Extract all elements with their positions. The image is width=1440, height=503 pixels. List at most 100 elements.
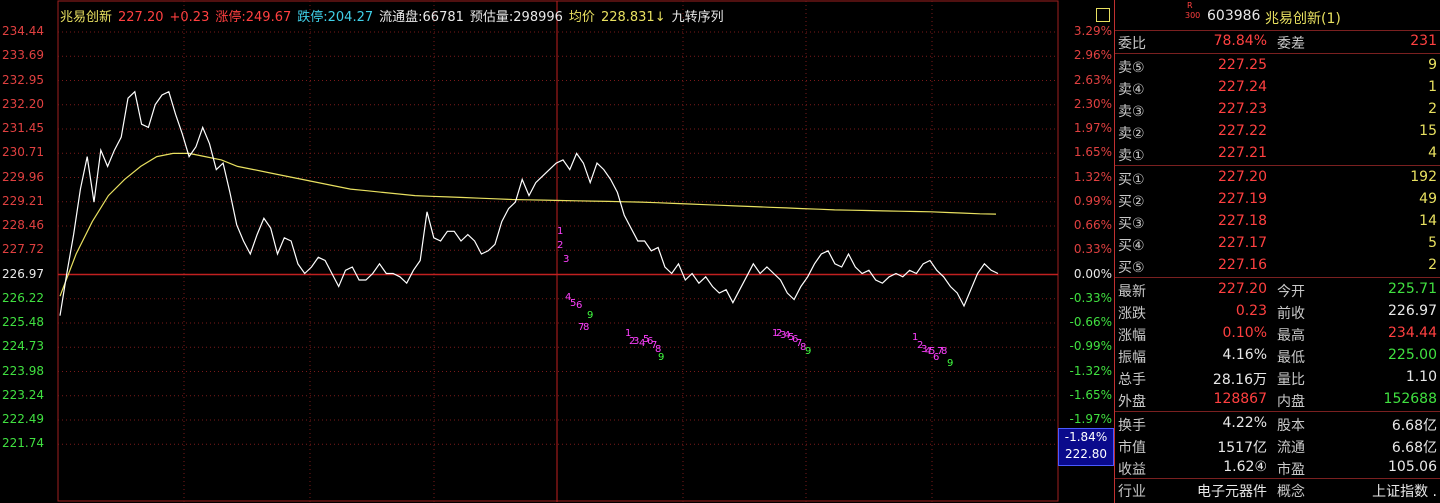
fund-label: 流通 [1277,440,1305,456]
ask-level[interactable]: 卖① 227.21 4 [1115,143,1440,165]
percent-tick: 1.97% [1073,121,1112,135]
level-label: 买③ [1118,216,1145,232]
stat-value: 28.16万 [1212,372,1267,388]
stat-row: 涨幅 0.10% 最高 234.44 [1115,323,1440,345]
seq-mark: 9 [947,358,953,369]
level-volume: 49 [1419,191,1437,207]
maximize-icon[interactable] [1096,8,1110,22]
price-tick: 226.97 [2,266,44,281]
percent-tick: -0.33% [1069,290,1112,305]
bid-level[interactable]: 买③ 227.18 14 [1115,211,1440,233]
stat-label: 前收 [1277,306,1305,322]
level-price: 227.19 [1218,191,1267,207]
ask-level[interactable]: 卖③ 227.23 2 [1115,99,1440,121]
stat-value: 226.97 [1388,303,1437,319]
industry-value[interactable]: 电子元器件 [1163,481,1267,501]
percent-tick: 0.00% [1073,266,1112,281]
bid-level[interactable]: 买④ 227.17 5 [1115,233,1440,255]
seq-mark: 9 [805,346,811,357]
level-price: 227.24 [1218,79,1267,95]
limit-up-value: 249.67 [245,10,292,25]
stat-value: 1.10 [1405,369,1437,385]
header-price: 227.20 [118,10,164,25]
level-price: 227.21 [1218,145,1267,161]
price-tick: 226.22 [2,290,44,305]
stat-value: 227.20 [1218,281,1267,297]
fund-value: 1517亿 [1217,440,1267,456]
bid-level[interactable]: 买① 227.20 192 [1115,167,1440,189]
percent-tick: -1.65% [1069,387,1112,402]
ask-level[interactable]: 卖④ 227.24 1 [1115,77,1440,99]
percent-tick: 0.33% [1073,242,1112,257]
estimate-label: 预估量: [469,10,514,25]
level-volume: 192 [1410,169,1437,185]
level-volume: 14 [1419,213,1437,229]
seq-mark: 6 [576,300,582,311]
stat-label: 最低 [1277,350,1305,366]
avg-label: 均价 [568,10,595,25]
price-tick: 232.95 [2,72,44,87]
panel-stock-name: 兆易创新(1) [1265,11,1341,27]
avg-value: 228.831↓ [600,10,666,25]
seq-mark: 9 [658,352,664,363]
limit-down-label: 跌停: [297,10,328,25]
ask-level[interactable]: 卖② 227.22 15 [1115,121,1440,143]
level-label: 卖⑤ [1118,60,1145,76]
order-ratio-row: 委比 78.84% 委差 231 [1115,31,1440,53]
board-tag-bottom: 300 [1185,11,1201,20]
price-tick: 228.46 [2,218,44,232]
float-value: 66781 [422,10,464,25]
bid-level[interactable]: 买② 227.19 49 [1115,189,1440,211]
stat-label: 内盘 [1277,394,1305,410]
price-tick: 225.48 [2,315,44,329]
price-tick: 232.20 [2,96,44,111]
stat-label: 最高 [1277,328,1305,344]
bid-level[interactable]: 买⑤ 227.16 2 [1115,255,1440,277]
level-price: 227.16 [1218,257,1267,273]
chart-frame [57,0,1059,502]
fund-label: 市值 [1118,440,1146,456]
level-label: 买⑤ [1118,260,1145,276]
limit-up-label: 涨停: [215,10,246,25]
stat-label: 总手 [1118,372,1146,388]
index-value[interactable]: 上证指数 . [1335,481,1437,501]
level-volume: 15 [1419,123,1437,139]
seq-indicator-label[interactable]: 九转序列 [672,10,724,25]
percent-tick: -0.99% [1069,339,1112,354]
level-label: 卖② [1118,126,1145,142]
limit-down-value: 204.27 [327,10,374,25]
stat-label: 量比 [1277,372,1305,388]
fund-row: 市值 1517亿 流通 6.68亿 [1115,435,1440,457]
level-label: 卖③ [1118,104,1145,120]
ask-level[interactable]: 卖⑤ 227.25 9 [1115,55,1440,77]
seq-mark: 2 [557,240,563,251]
stat-label: 最新 [1118,284,1146,300]
level-volume: 9 [1428,57,1437,73]
cursor-readout: -1.84% 222.80 [1058,428,1114,466]
price-tick: 234.44 [2,24,44,38]
level-volume: 5 [1428,235,1437,251]
stat-value: 128867 [1213,391,1267,407]
fund-label: 收益 [1118,462,1146,478]
concept-label[interactable]: 概念 [1277,481,1305,501]
board-tag-top: R [1187,1,1193,10]
level-volume: 2 [1428,101,1437,117]
chart-canvas: 12345 6978123 456789123456789123456789 [57,0,1059,502]
percent-tick: 2.96% [1073,48,1112,63]
stat-value: 0.10% [1222,325,1267,341]
level-volume: 2 [1428,257,1437,273]
fund-value: 6.68亿 [1391,418,1437,434]
percent-tick: -0.66% [1069,315,1112,329]
stat-value: 225.71 [1388,281,1437,297]
float-label: 流通盘: [379,10,423,25]
stat-value: 0.23 [1235,303,1267,319]
stat-label: 涨幅 [1118,328,1146,344]
industry-row[interactable]: 行业 电子元器件 概念 上证指数 . [1115,479,1440,501]
fund-label: 市盈 [1277,462,1305,478]
price-tick: 223.98 [2,363,44,378]
fund-row: 换手 4.22% 股本 6.68亿 [1115,413,1440,435]
level-label: 卖④ [1118,82,1145,98]
intraday-chart[interactable]: 123456978123456789123456789123456789 兆易创… [0,0,1114,503]
percent-tick: 2.30% [1073,96,1112,111]
stat-row: 振幅 4.16% 最低 225.00 [1115,345,1440,367]
